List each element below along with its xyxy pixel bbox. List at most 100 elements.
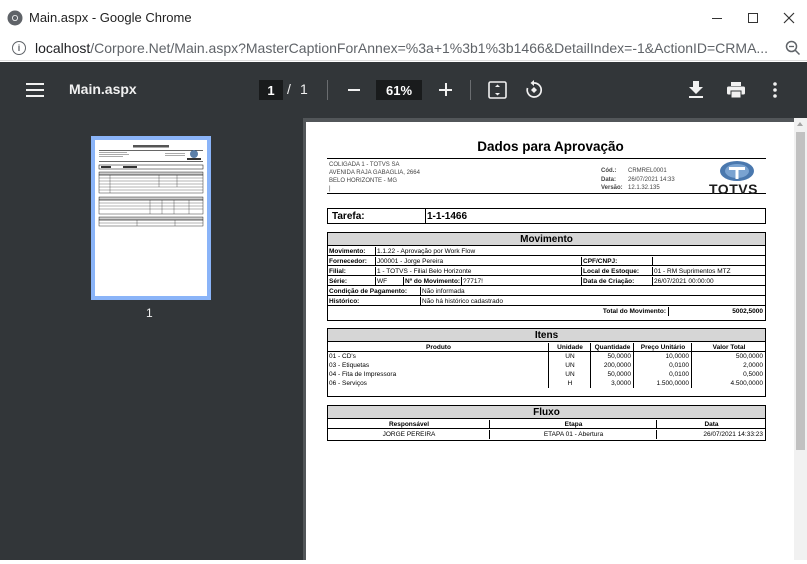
itens-cell: 03 - Etiquetas <box>328 361 549 370</box>
url-text[interactable]: localhost/Corpore.Net/Main.aspx?MasterCa… <box>35 40 775 56</box>
movimento-grid: Movimento: 1.1.22 - Aprovação por Work F… <box>328 247 765 321</box>
fluxo-table: Responsável Etapa Data JORGE PEREIRA ETA… <box>328 420 765 441</box>
thumbnail-page-preview <box>95 140 207 296</box>
local-estoque-value: 01 - RM Suprimentos MTZ <box>653 267 765 276</box>
itens-header-quantidade: Quantidade <box>591 343 634 352</box>
download-icon[interactable] <box>689 81 703 98</box>
report-title: Dados para Aprovação <box>477 139 624 154</box>
versao-label: Versão: <box>601 185 623 191</box>
data-criacao-label: Data de Criação: <box>582 277 653 286</box>
company-line: | <box>329 186 331 192</box>
cpf-value <box>653 257 765 266</box>
fluxo-cell: ETAPA 01 - Abertura <box>490 430 657 439</box>
itens-cell: UN <box>549 361 591 370</box>
maximize-button[interactable] <box>735 0 771 35</box>
itens-table: Produto Unidade Quantidade Preço Unitári… <box>328 343 765 397</box>
fluxo-cell: JORGE PEREIRA <box>328 430 490 439</box>
itens-cell: 2,0000 <box>743 362 763 369</box>
tarefa-label: Tarefa: <box>332 211 365 222</box>
window-title: Main.aspx - Google Chrome <box>29 10 192 25</box>
address-bar[interactable]: i localhost/Corpore.Net/Main.aspx?Master… <box>0 35 807 61</box>
close-button[interactable] <box>771 0 807 35</box>
report-meta: Cód.: CRMREL0001 Data: 26/07/2021 14:33 Ve… <box>601 167 675 193</box>
numero-movimento-label: Nº do Movimento: <box>404 277 462 286</box>
zoom-level-input[interactable]: 61% <box>376 80 422 100</box>
toolbar-divider <box>470 80 471 100</box>
local-estoque-label: Local de Estoque: <box>582 267 653 276</box>
serie-label: Série: <box>328 277 376 286</box>
itens-cell: 50,0000 <box>591 352 634 361</box>
zoom-out-button[interactable] <box>348 89 360 91</box>
total-movimento-value: 5002,5000 <box>732 308 763 315</box>
page-thumbnail[interactable] <box>91 136 211 300</box>
scrollbar-thumb[interactable] <box>796 132 805 450</box>
itens-title: Itens <box>328 329 765 342</box>
cpf-label: CPF/CNPJ: <box>582 257 653 266</box>
rotate-icon[interactable] <box>524 80 544 100</box>
condicao-pagamento-value: Não informada <box>421 287 765 296</box>
serie-value: WF <box>376 277 404 286</box>
zoom-in-button[interactable] <box>439 83 452 96</box>
itens-cell: 0,0100 <box>634 370 692 379</box>
itens-header-unidade: Unidade <box>549 343 591 352</box>
fluxo-title: Fluxo <box>328 406 765 419</box>
tarefa-value: 1-1-1466 <box>425 209 468 223</box>
itens-cell: 3,0000 <box>591 379 634 388</box>
cod-label: Cód.: <box>601 168 617 174</box>
print-icon[interactable] <box>727 82 745 98</box>
movimento-title: Movimento <box>328 233 765 246</box>
fit-page-icon[interactable] <box>488 81 507 99</box>
totvs-logo: TOTVS <box>707 161 767 197</box>
total-movimento-label: Total do Movimento: <box>328 307 669 316</box>
company-line: AVENIDA RAJA GABAGLIA, 2664 <box>329 170 420 176</box>
close-icon <box>783 12 795 23</box>
minimize-icon <box>712 17 722 19</box>
url-host: localhost <box>35 39 91 56</box>
condicao-pagamento-label: Condição de Pagamento: <box>328 287 421 296</box>
fluxo-header-responsavel: Responsável <box>328 420 490 429</box>
numero-movimento-value: ?7717! <box>462 277 582 286</box>
itens-cell: UN <box>549 370 591 379</box>
itens-header-preco: Preço Unitário <box>634 343 692 352</box>
itens-cell: 10,0000 <box>634 352 692 361</box>
menu-icon[interactable] <box>26 83 44 97</box>
fornecedor-value: J00001 - Jorge Pereira <box>376 257 582 266</box>
thumbnail-sidebar: 1 <box>0 118 303 560</box>
thumbnail-preview-graphic <box>98 145 204 227</box>
company-line: BELO HORIZONTE - MG <box>329 178 398 184</box>
itens-cell: 1.500,0000 <box>634 379 692 388</box>
movimento-label: Movimento: <box>328 247 376 256</box>
itens-cell: 01 - CD's <box>328 352 549 361</box>
filial-label: Filial: <box>328 267 376 276</box>
itens-cell: 500,0000 <box>735 353 763 360</box>
data-label: Data: <box>601 176 617 183</box>
fluxo-header-data: Data <box>657 420 765 429</box>
page-number-input[interactable]: 1 <box>259 80 283 100</box>
tarefa-box: Tarefa: 1-1-1466 <box>327 208 766 224</box>
fluxo-section: Fluxo Responsável Etapa Data JORGE PEREI… <box>327 405 766 441</box>
totvs-logo-icon <box>720 161 754 181</box>
cod-value: CRMREL0001 <box>628 168 667 174</box>
thumbnail-page-label: 1 <box>146 306 153 320</box>
fluxo-cell: 26/07/2021 14:33:23 <box>703 431 763 438</box>
itens-cell: 50,0000 <box>591 370 634 379</box>
more-options-icon[interactable] <box>773 82 777 98</box>
fluxo-header-etapa: Etapa <box>490 420 657 429</box>
vertical-scrollbar[interactable] <box>794 118 807 560</box>
fornecedor-label: Fornecedor: <box>328 257 376 266</box>
itens-cell: 04 - Fita de Impressora <box>328 370 549 379</box>
report-header: COLIGADA 1 - TOTVS SA AVENIDA RAJA GABAG… <box>327 158 767 197</box>
window-titlebar: Main.aspx - Google Chrome <box>0 0 807 35</box>
toolbar-divider <box>327 80 328 100</box>
scroll-up-icon[interactable] <box>797 122 803 126</box>
zoom-icon[interactable] <box>785 40 801 56</box>
document-name: Main.aspx <box>69 81 137 97</box>
itens-cell: UN <box>549 352 591 361</box>
maximize-icon <box>748 12 758 23</box>
info-icon[interactable]: i <box>12 40 26 55</box>
minimize-button[interactable] <box>699 0 735 35</box>
historico-label: Histórico: <box>328 297 421 306</box>
page-separator: / <box>287 81 291 97</box>
pdf-viewer: Dados para Aprovação COLIGADA 1 - TOTVS … <box>303 118 807 564</box>
itens-cell: 0,5000 <box>743 371 763 378</box>
